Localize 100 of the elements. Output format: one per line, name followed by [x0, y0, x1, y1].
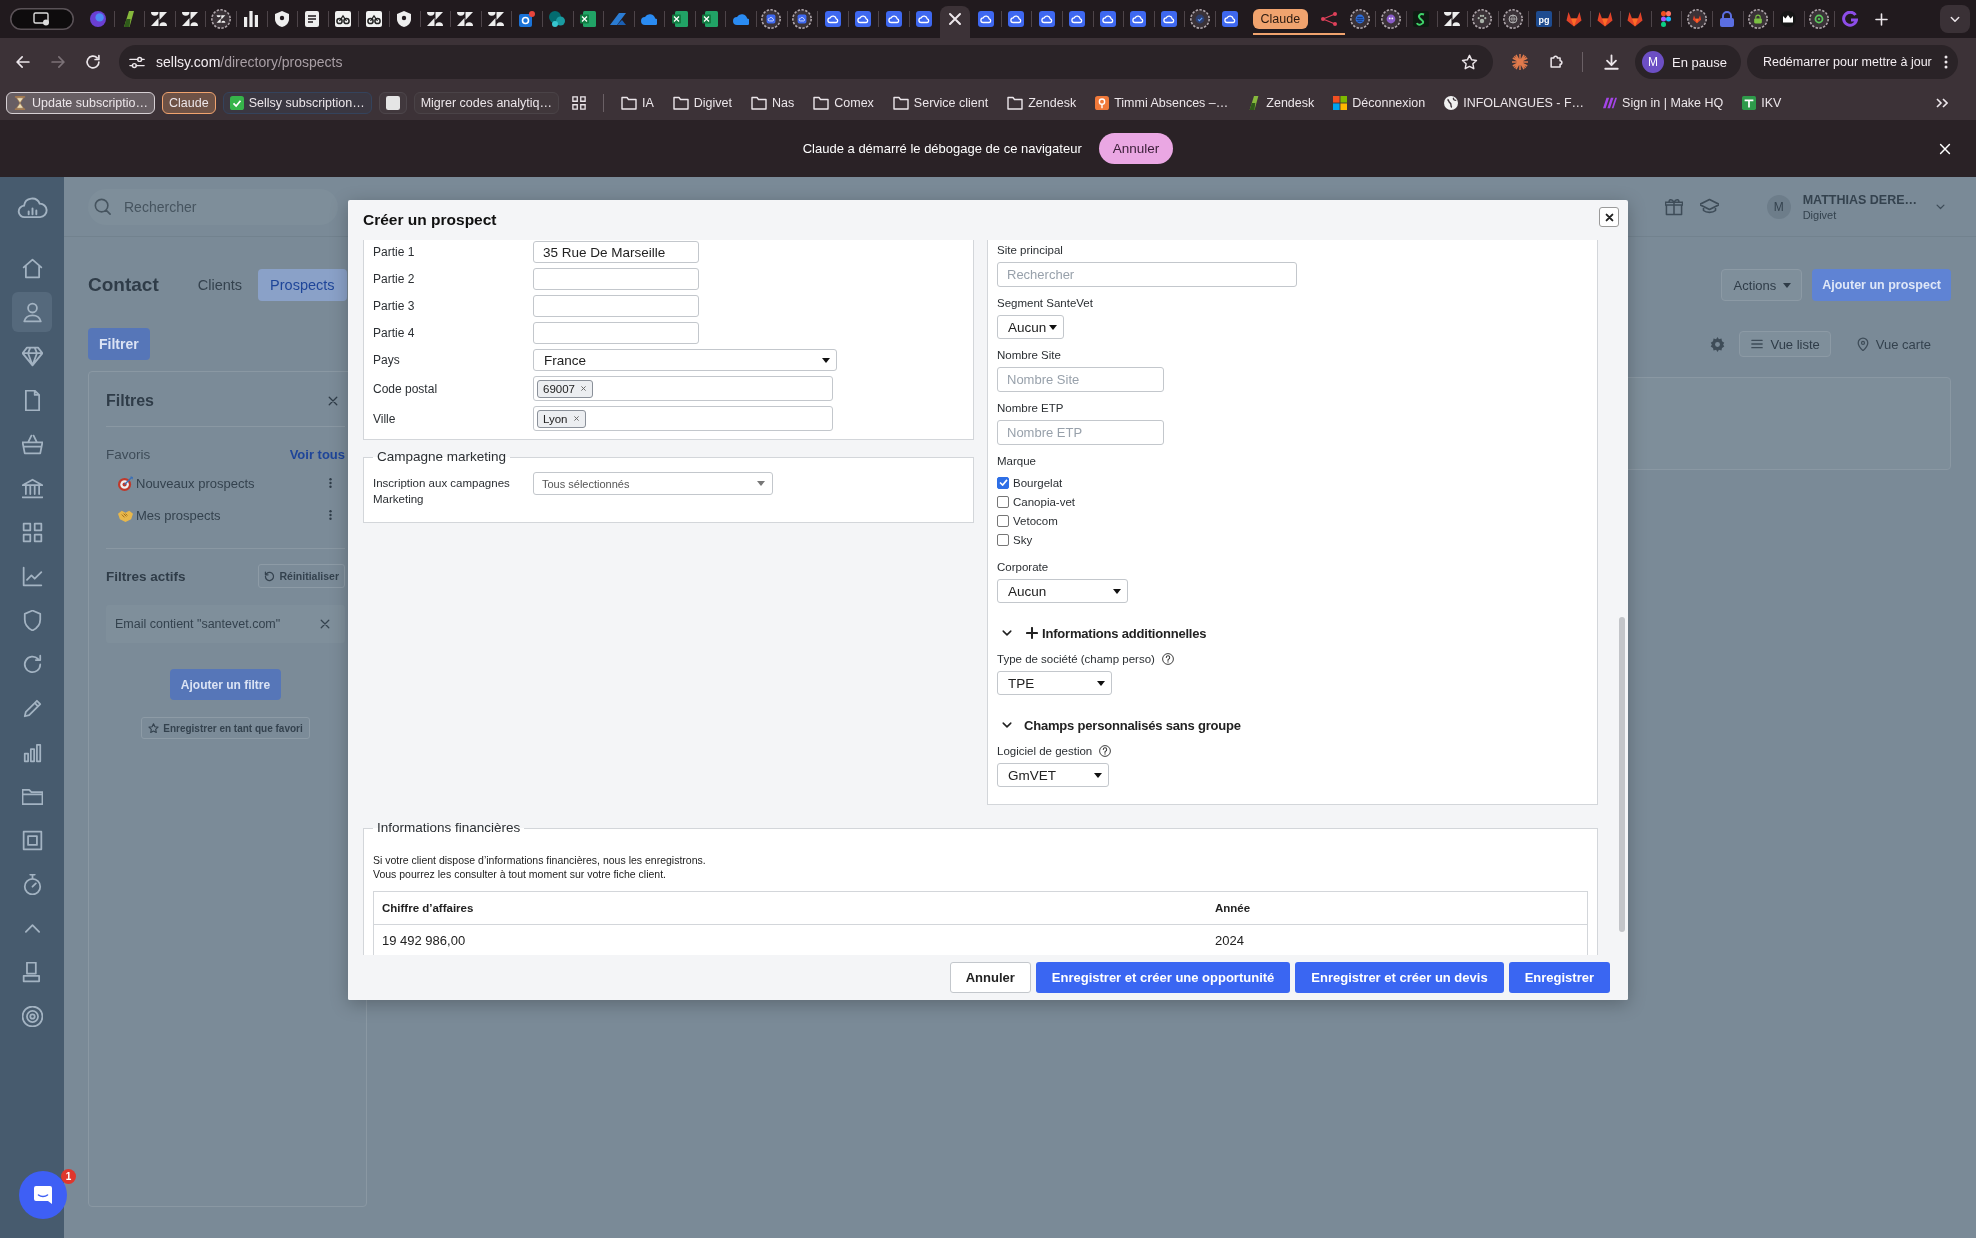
sidebar-item[interactable]	[12, 292, 52, 332]
tab-group-chip[interactable]: Sellsy subscription…	[222, 92, 372, 114]
search-field[interactable]: Rechercher	[997, 262, 1297, 287]
text-field[interactable]	[533, 322, 699, 344]
checkbox[interactable]	[997, 533, 1009, 546]
four-squares-icon	[1333, 96, 1348, 110]
tab-group-chip[interactable]: Claude	[162, 92, 216, 114]
close-icon[interactable]	[1938, 141, 1952, 156]
select-field[interactable]: Aucun	[997, 579, 1128, 603]
new-tab-icon[interactable]	[1873, 11, 1889, 27]
primary-button[interactable]: Enregistrer	[1508, 962, 1610, 993]
graduation-cap-icon[interactable]	[1699, 197, 1719, 216]
browser-tab[interactable]	[939, 6, 971, 38]
text-field[interactable]: Nombre Site	[997, 367, 1164, 392]
bookmark[interactable]: Timmi Absences –…	[1089, 92, 1235, 114]
bookmark[interactable]: IA	[615, 92, 660, 114]
cancel-button[interactable]: Annuler	[1098, 133, 1174, 164]
tag-input-field[interactable]: 69007	[533, 376, 833, 401]
help-icon[interactable]	[1161, 653, 1174, 665]
bank-icon	[21, 477, 43, 499]
address-bar[interactable]: sellsy.com/directory/prospects	[119, 45, 1493, 79]
bookmark[interactable]: Service client	[886, 92, 995, 114]
field-label: Partie 4	[373, 326, 415, 340]
close-icon	[1603, 211, 1615, 223]
text-field[interactable]	[533, 295, 699, 317]
help-text: Vous pourrez les consulter à tout moment sur votre fiche client.	[373, 867, 667, 881]
cloud-logo-icon[interactable]	[16, 196, 48, 219]
folder-icon	[621, 95, 637, 111]
bookmark[interactable]: Zendesk	[1001, 92, 1083, 114]
field-label: Nombre ETP	[997, 401, 1064, 416]
tab-group-chip[interactable]: Update subscriptio…	[6, 92, 156, 114]
tab-search-button[interactable]	[1940, 5, 1970, 33]
shield-icon	[21, 609, 43, 631]
back-icon[interactable]	[15, 54, 31, 70]
reload-icon[interactable]	[85, 54, 101, 70]
bookmark[interactable]: Déconnexion	[1327, 92, 1432, 114]
tab-group-chip[interactable]	[378, 92, 407, 114]
section-label: Favoris	[106, 446, 151, 462]
company-name: Digivet	[1802, 208, 1838, 221]
primary-button[interactable]: Enregistrer et créer une opportunité	[1035, 962, 1291, 993]
actions-button[interactable]: Actions	[1720, 269, 1803, 301]
bookmark[interactable]: Sign in | Make HQ	[1597, 92, 1730, 114]
option-label: Sky	[1013, 533, 1033, 546]
select-field[interactable]: France	[533, 349, 837, 371]
field-label: Partie 2	[373, 272, 415, 286]
bookmark[interactable]: Comex	[807, 92, 880, 114]
text-field[interactable]: Nombre ETP	[997, 420, 1164, 445]
select-field[interactable]: GmVET	[997, 763, 1109, 787]
select-field[interactable]: Tous sélectionnés	[533, 472, 773, 495]
select-field[interactable]: Aucun	[997, 315, 1064, 339]
token[interactable]: 69007	[537, 379, 593, 398]
section-label: Filtres actifs	[106, 568, 186, 584]
checkbox[interactable]	[997, 495, 1009, 508]
secondary-button[interactable]: Annuler	[949, 962, 1031, 993]
table-header-cell: Chiffre d’affaires	[374, 892, 1207, 925]
bookmark[interactable]: INFOLANGUES - F…	[1438, 92, 1591, 114]
bookmark[interactable]: Zendesk	[1241, 92, 1321, 114]
double-chevron-icon[interactable]	[1936, 98, 1948, 108]
bookmark[interactable]: IKV	[1736, 92, 1788, 114]
person-icon	[21, 301, 43, 323]
bookmark[interactable]: Nas	[745, 92, 801, 114]
update-button[interactable]: Redémarrer pour mettre à jour	[1746, 45, 1958, 79]
field-label: Partie 3	[373, 299, 415, 313]
gift-icon[interactable]	[1664, 197, 1683, 216]
text-field[interactable]	[533, 268, 699, 290]
profile-button[interactable]: M En pause	[1635, 45, 1741, 79]
tag-input-field[interactable]: Lyon	[533, 406, 833, 431]
plus-icon[interactable]	[1026, 627, 1038, 639]
kebab-menu-icon[interactable]	[1943, 55, 1948, 69]
frame-icon	[21, 829, 43, 851]
close-icon[interactable]	[946, 11, 963, 27]
caret-icon	[1113, 588, 1121, 594]
primary-button[interactable]: Enregistrer et créer un devis	[1295, 962, 1504, 993]
table-header-cell: Année	[1207, 892, 1587, 925]
tab-group-chip[interactable]: Migrer codes analytiq…	[413, 92, 559, 114]
star-icon[interactable]	[1461, 53, 1478, 71]
field-label: Marque	[997, 454, 1036, 469]
page-title: Contact	[88, 274, 159, 296]
checkbox[interactable]	[997, 514, 1009, 527]
puzzle-icon[interactable]	[1548, 53, 1565, 71]
help-text: Si votre client dispose d’informations financières, nous les enregistrons.	[373, 853, 707, 867]
close-button[interactable]	[1599, 207, 1619, 227]
site-settings-icon[interactable]	[129, 55, 145, 69]
download-icon[interactable]	[1603, 53, 1620, 71]
token[interactable]: Lyon	[537, 409, 586, 428]
remove-icon[interactable]	[580, 385, 587, 392]
checkbox[interactable]	[997, 476, 1009, 489]
select-field[interactable]: TPE	[997, 671, 1112, 695]
asterisk-icon[interactable]	[1512, 54, 1528, 70]
section-title: Informations additionnelles	[1042, 625, 1207, 641]
tab-group-label[interactable]: Claude	[1252, 9, 1309, 29]
remove-icon[interactable]	[572, 415, 580, 422]
settings-icon[interactable]	[1710, 336, 1726, 352]
bookmark[interactable]: Digivet	[666, 92, 738, 114]
text-field[interactable]: 35 Rue De Marseille	[533, 241, 699, 263]
help-icon[interactable]	[1099, 745, 1112, 757]
slanted-bars-icon	[1603, 96, 1618, 110]
scrollbar-thumb[interactable]	[1619, 617, 1625, 932]
option-label: Bourgelat	[1013, 476, 1063, 489]
home-icon	[21, 257, 43, 279]
